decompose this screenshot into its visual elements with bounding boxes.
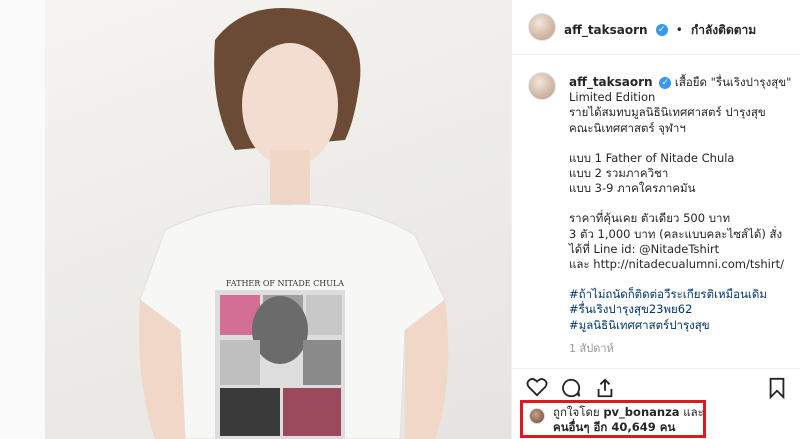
following-button[interactable]: กำลังติดตาม [691,23,756,37]
caption-text-0: เสื้อยืด "รื่นเริงปารุงสุข" [674,75,792,89]
caption-text-10: 3 ตัว 1,000 บาท (คละแบบคละไซส์ได้) สั่ง [569,226,783,241]
heart-icon[interactable] [526,377,548,397]
caption-username-link[interactable]: aff_taksaorn [569,75,653,89]
caption-text-5: แบบ 1 Father of Nitade Chula [569,150,735,165]
post-photo[interactable]: FATHER OF NITADE CHULA › [45,0,511,439]
caption-text-7: แบบ 3-9 ภาคใครภาคมัน [569,181,696,196]
instagram-post-window: FATHER OF NITADE CHULA › aff_taksaorn ✓ … [0,0,800,439]
caption-avatar[interactable] [528,72,556,100]
comment-icon[interactable] [560,377,582,399]
liked-by-and: และ [683,405,704,419]
avatar[interactable] [528,13,556,41]
post-age: 1 สัปดาห์ [569,341,614,355]
caption-text-1: Limited Edition [569,90,656,105]
caption-text-2: รายได้สมทบมูลนิธินิเทศศาสตร์ ปารุงสุข [569,105,766,120]
caption: aff_taksaorn ✓ เสื้อยืด "รื่นเริงปารุงสุ… [569,75,794,356]
likes-count-link[interactable]: คนอื่นๆ อีก 40,649 คน [553,420,675,434]
caption-text-11: ได้ที่ Line id: @NitadeTshirt [569,241,720,256]
action-bar [512,368,800,404]
bookmark-icon[interactable] [768,377,786,399]
caption-line: aff_taksaorn ✓ เสื้อยืด "รื่นเริงปารุงสุ… [569,75,794,90]
caption-text-6: แบบ 2 รวมภาควิชา [569,166,669,181]
likes-summary[interactable]: ถูกใจโดย pv_bonanza และ คนอื่นๆ อีก 40,6… [520,400,706,438]
share-icon[interactable] [594,377,616,399]
post-side-panel: aff_taksaorn ✓ • กำลังติดตาม aff_taksaor… [511,0,800,439]
username-link[interactable]: aff_taksaorn [564,23,648,37]
caption-text-9: ราคาที่คุ้นเคย ตัวเดียว 500 บาท [569,211,731,226]
verified-badge-icon: ✓ [659,76,672,89]
separator-dot: • [675,23,683,37]
shirt-print-text: FATHER OF NITADE CHULA [226,279,344,288]
caption-text-12[interactable]: และ http://nitadecualumni.com/tshirt/ [569,257,794,272]
liker-avatar [529,408,545,424]
verified-badge-icon: ✓ [655,23,668,36]
post-header: aff_taksaorn ✓ • กำลังติดตาม [512,0,800,55]
header-userline: aff_taksaorn ✓ • กำลังติดตาม [564,19,756,40]
likes-text: ถูกใจโดย pv_bonanza และ คนอื่นๆ อีก 40,6… [553,405,704,435]
caption-text-3: คณะนิเทศศาสตร์ จุฬาฯ [569,120,686,135]
liked-by-prefix: ถูกใจโดย [553,405,600,419]
hashtag-link[interactable]: #ถ้าไม่ถนัดก็ติดต่อวีระเกียรติเหมือนเดิม [569,287,794,302]
hashtag-link[interactable]: #รื่นเริงปารุงสุข23พย62 [569,302,794,317]
liker-username-link[interactable]: pv_bonanza [603,405,679,419]
photo-illustration: FATHER OF NITADE CHULA [139,8,449,439]
hashtag-link[interactable]: #มูลนิธินิเทศศาสตร์ปารุงสุข [569,318,794,333]
